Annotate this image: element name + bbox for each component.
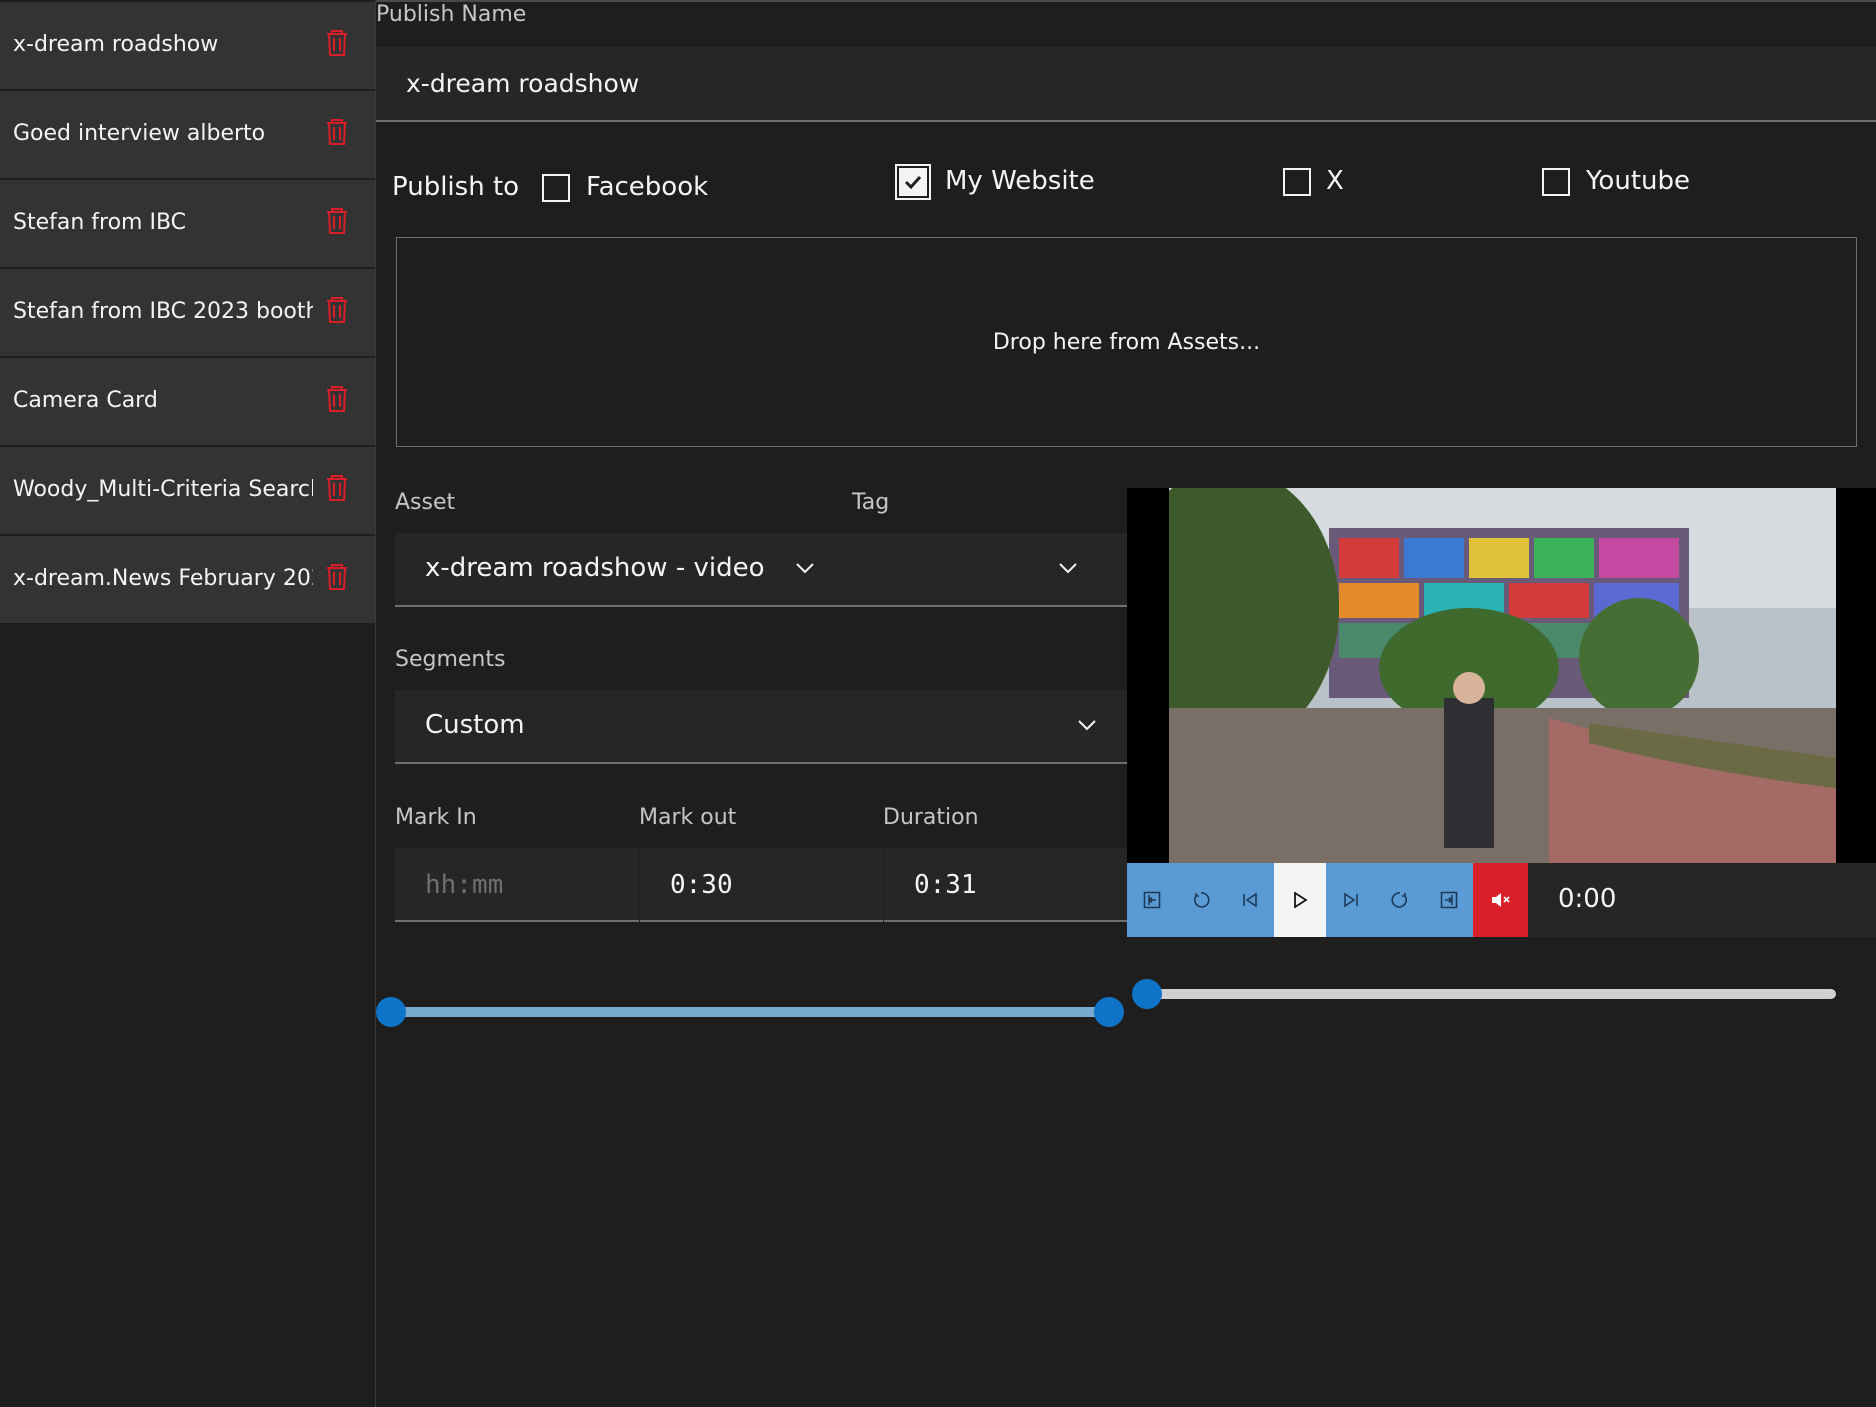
list-item[interactable]: Woody_Multi-Criteria Search [0,447,375,535]
player-controls: 0:00 [1127,863,1876,937]
list-item-label: Camera Card [13,388,158,413]
list-item[interactable]: Goed interview alberto [0,91,375,179]
tag-select[interactable] [853,533,1127,607]
mark-out-label: Mark out [639,805,737,830]
publish-name-input[interactable]: x-dream roadshow [376,47,1876,122]
mark-out-input[interactable]: 0:30 [640,848,883,922]
duration-label: Duration [883,805,979,830]
list-item-label: x-dream.News February 2024 [13,566,313,591]
trash-icon[interactable] [326,297,348,323]
mark-in-label: Mark In [395,805,477,830]
range-end-handle[interactable] [1094,997,1124,1027]
seek-handle[interactable] [1132,979,1162,1009]
list-item[interactable]: Camera Card [0,358,375,446]
list-item[interactable]: x-dream.News February 2024 [0,536,375,624]
forward-10-button[interactable] [1375,863,1424,937]
seek-bar[interactable] [1146,989,1836,999]
segments-select-value: Custom [425,710,525,740]
youtube-checkbox[interactable] [1542,168,1570,196]
duration-input[interactable]: 0:31 [884,848,1127,922]
chevron-down-icon [796,563,814,574]
skip-forward-button[interactable] [1326,863,1375,937]
segments-label: Segments [395,647,506,672]
chevron-down-icon [1078,720,1096,731]
mark-out-button[interactable] [1424,863,1473,937]
mark-out-icon [1440,891,1457,909]
video-thumbnail [1169,488,1836,863]
tag-label: Tag [852,490,890,515]
play-button[interactable] [1274,863,1326,937]
list-item-label: Stefan from IBC 2023 booth [13,299,313,324]
asset-dropzone[interactable]: Drop here from Assets... [396,237,1857,447]
trash-icon[interactable] [326,208,348,234]
trash-icon[interactable] [326,119,348,145]
checkmark-icon [904,175,922,190]
duration-value: 0:31 [914,870,977,900]
timecode: 0:00 [1558,884,1617,914]
rewind-10-button[interactable] [1176,863,1225,937]
dropzone-text: Drop here from Assets... [992,330,1261,355]
skip-back-icon [1242,892,1257,908]
mark-out-value: 0:30 [670,870,733,900]
segment-range-track[interactable] [392,1007,1112,1017]
facebook-checkbox[interactable] [542,174,570,202]
list-item-label: Goed interview alberto [13,121,266,146]
list-item-label: Woody_Multi-Criteria Search [13,477,313,502]
publish-name-label: Publish Name [376,2,527,27]
youtube-label: Youtube [1586,166,1690,196]
segments-select[interactable]: Custom [395,690,1127,764]
play-icon [1294,891,1308,909]
asset-select[interactable]: x-dream roadshow - video [395,533,853,607]
trash-icon[interactable] [326,564,348,590]
list-item-label: Stefan from IBC [13,210,187,235]
list-item[interactable]: x-dream roadshow [0,2,375,90]
chevron-down-icon [1059,563,1077,574]
skip-back-button[interactable] [1225,863,1274,937]
publish-name-value: x-dream roadshow [406,69,640,98]
my-website-label: My Website [945,166,1095,196]
publish-to-label: Publish to [392,172,520,202]
my-website-checkbox[interactable] [895,164,931,200]
mark-in-icon [1143,891,1160,909]
asset-select-value: x-dream roadshow - video [425,553,765,583]
mark-in-input[interactable]: hh:mm [395,848,639,922]
trash-icon[interactable] [326,475,348,501]
trash-icon[interactable] [326,30,348,56]
list-item-label: x-dream roadshow [13,32,219,57]
rewind-10-icon [1193,892,1210,908]
skip-forward-icon [1343,892,1358,908]
mute-button[interactable] [1473,863,1528,937]
mark-in-placeholder: hh:mm [425,870,504,900]
facebook-label: Facebook [586,172,709,202]
sidebar: x-dream roadshow Goed interview alberto … [0,0,376,1407]
list-item[interactable]: Stefan from IBC [0,180,375,268]
mark-in-button[interactable] [1127,863,1176,937]
publish-list: x-dream roadshow Goed interview alberto … [0,2,375,625]
video-player: 0:00 [1127,488,1876,937]
mute-icon [1491,893,1510,907]
video-frame[interactable] [1127,488,1876,863]
range-start-handle[interactable] [376,997,406,1027]
x-label: X [1326,166,1344,196]
forward-10-icon [1390,892,1407,908]
list-item[interactable]: Stefan from IBC 2023 booth [0,269,375,357]
asset-label: Asset [395,490,456,515]
trash-icon[interactable] [326,386,348,412]
x-checkbox[interactable] [1283,168,1311,196]
